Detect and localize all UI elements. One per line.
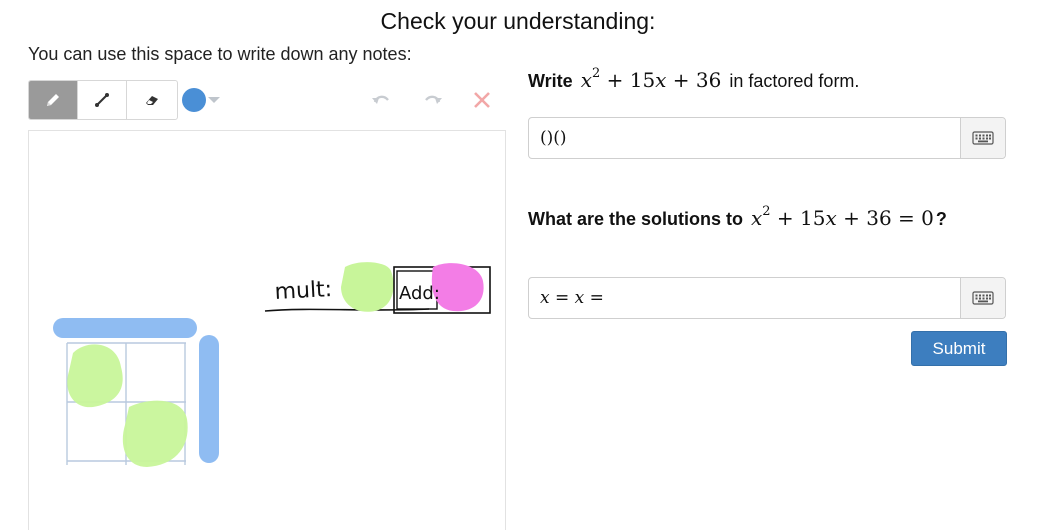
line-icon <box>95 93 109 107</box>
answer-2-field[interactable]: x = x = <box>528 277 1006 319</box>
question-1-suffix: in factored form. <box>729 71 860 91</box>
clear-icon <box>474 92 490 108</box>
drawing-canvas[interactable]: mult: Add: <box>28 130 506 530</box>
answer-2-value[interactable]: x = x = <box>540 288 604 308</box>
keyboard-icon <box>972 131 994 145</box>
keyboard-button-2[interactable] <box>960 278 1005 318</box>
redo-button[interactable] <box>422 90 444 113</box>
color-picker[interactable] <box>182 88 220 112</box>
redo-icon <box>425 95 442 104</box>
pencil-icon <box>47 94 59 106</box>
question-1-prefix: Write <box>528 71 573 91</box>
question-2-expression: x2 + 15x + 36 = 0 <box>751 204 934 230</box>
green-square <box>341 262 394 312</box>
keyboard-icon <box>972 291 994 305</box>
undo-icon <box>372 95 389 104</box>
canvas-drawing: mult: Add: <box>53 262 491 467</box>
notes-label: You can use this space to write down any… <box>28 44 412 64</box>
keyboard-button-1[interactable] <box>960 118 1005 158</box>
handwriting-add: Add: <box>399 283 440 304</box>
answer-1-value[interactable]: ()() <box>540 128 567 148</box>
question-1: Write x2 + 15x + 36 in factored form. <box>528 66 859 92</box>
question-2-prefix: What are the solutions to <box>528 209 744 229</box>
line-tool-button[interactable] <box>78 81 127 119</box>
eraser-tool-button[interactable] <box>127 81 176 119</box>
submit-button[interactable]: Submit <box>911 331 1007 366</box>
chevron-down-icon <box>208 97 220 103</box>
green-fill-bottom-right <box>122 400 188 467</box>
question-2: What are the solutions to x2 + 15x + 36 … <box>528 204 947 230</box>
question-1-expression: x2 + 15x + 36 <box>580 66 722 92</box>
handwriting-mult: mult: <box>274 277 333 305</box>
pencil-tool-button[interactable] <box>29 81 78 119</box>
color-swatch <box>182 88 206 112</box>
undo-button[interactable] <box>370 90 392 113</box>
green-fill-top-left <box>67 344 123 408</box>
tool-group <box>28 80 178 120</box>
answer-1-field[interactable]: ()() <box>528 117 1006 159</box>
eraser-icon <box>145 96 158 105</box>
question-2-suffix: ? <box>935 209 947 229</box>
clear-button[interactable] <box>472 90 492 115</box>
drawing-toolbar <box>28 80 498 120</box>
page-title: Check your understanding: <box>380 8 656 34</box>
